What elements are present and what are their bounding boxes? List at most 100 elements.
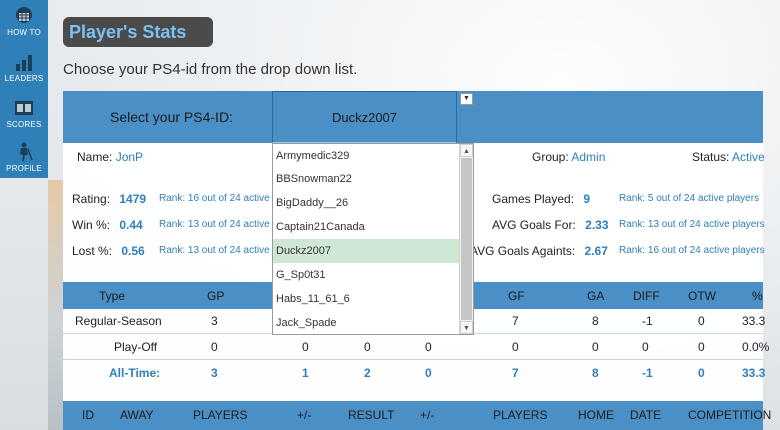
- table-row-type: Play-Off: [114, 340, 158, 354]
- group-field: Group: Admin: [532, 150, 605, 164]
- table-cell: 7: [512, 366, 519, 380]
- status-field: Status: Active: [692, 150, 765, 164]
- col-type: Type: [99, 289, 126, 303]
- table-cell: 0: [211, 340, 218, 354]
- lost-value: 0.56: [121, 244, 145, 258]
- table-cell: 0: [302, 340, 309, 354]
- dropdown-option[interactable]: Jack_Spade: [273, 311, 460, 334]
- nav-label: SCORES: [6, 120, 42, 129]
- table-row-type: All-Time:: [109, 366, 161, 380]
- win-label: Win %:: [72, 218, 111, 232]
- games-played-value: 9: [583, 192, 591, 206]
- col-plus-minus-home: +/-: [420, 408, 435, 422]
- page-subtitle: Choose your PS4-id from the drop down li…: [63, 61, 358, 78]
- scroll-down-arrow-icon[interactable]: ▼: [460, 321, 473, 334]
- table-cell: 0: [592, 340, 599, 354]
- nav-label: LEADERS: [4, 74, 44, 83]
- col-away: AWAY: [120, 408, 154, 422]
- scoreboard-icon: [15, 101, 33, 115]
- table-cell: 8: [592, 314, 599, 328]
- col-competition: COMPETITION: [688, 408, 772, 422]
- nav-label: PROFILE: [6, 164, 42, 173]
- avg-goals-against-value: 2.67: [584, 244, 608, 258]
- table-cell: 3: [211, 366, 218, 380]
- rating-stat: Rating: 1479: [72, 192, 146, 206]
- dropdown-option[interactable]: Armymedic329: [273, 144, 460, 168]
- rating-value: 1479: [119, 192, 147, 206]
- col-diff: DIFF: [633, 289, 660, 303]
- table-cell: -1: [642, 366, 653, 380]
- dropdown-option[interactable]: Captain21Canada: [273, 215, 460, 239]
- table-cell: 33.3: [742, 366, 766, 380]
- col-gp: GP: [207, 289, 225, 303]
- helmet-icon: [16, 7, 32, 23]
- nav-leaders[interactable]: LEADERS: [0, 46, 48, 90]
- table-cell: 3: [211, 314, 218, 328]
- table-cell: 2: [364, 366, 371, 380]
- nav-label: HOW TO: [7, 28, 41, 37]
- table-cell: 8: [592, 366, 599, 380]
- dropdown-arrow-icon[interactable]: ▼: [460, 93, 473, 105]
- avg-goals-for-label: AVG Goals For:: [492, 218, 576, 232]
- ps4-id-select[interactable]: Duckz2007: [272, 91, 457, 143]
- avg-goals-for-value: 2.33: [585, 218, 609, 232]
- dropdown-option[interactable]: G_Sp0t31: [273, 263, 460, 287]
- dropdown-scrollbar[interactable]: ▲ ▼: [459, 144, 473, 334]
- col-gf: GF: [508, 289, 525, 303]
- page-title: Player's Stats: [69, 22, 187, 42]
- player-icon: [20, 142, 33, 161]
- dropdown-option[interactable]: Habs_11_61_6: [273, 287, 460, 311]
- table-cell: 0: [425, 366, 432, 380]
- avg-goals-for-rank: Rank: 13 out of 24 active players: [619, 219, 765, 230]
- selected-value: Duckz2007: [331, 110, 398, 125]
- status-value: Active: [732, 150, 765, 164]
- col-home: HOME: [578, 408, 614, 422]
- rating-label: Rating:: [72, 192, 111, 206]
- table-cell: 0: [425, 340, 432, 354]
- table-cell: 0: [642, 340, 649, 354]
- nav-profile[interactable]: PROFILE: [0, 136, 48, 180]
- lost-stat: Lost %: 0.56: [72, 244, 145, 258]
- dropdown-option[interactable]: BigDaddy__26: [273, 191, 460, 215]
- table-cell: 7: [512, 314, 519, 328]
- games-played-stat: Games Played: 9: [492, 192, 590, 206]
- table-row-type: Regular-Season: [75, 314, 162, 328]
- table-cell: -1: [642, 314, 653, 328]
- col-plus-minus-away: +/-: [297, 408, 312, 422]
- col-otw: OTW: [688, 289, 716, 303]
- avg-goals-against-rank: Rank: 16 out of 24 active players: [619, 245, 765, 256]
- background-strip: [48, 180, 64, 430]
- avg-goals-against-label: AVG Goals Againts:: [470, 244, 576, 258]
- name-field: Name: JonP: [77, 150, 143, 164]
- ps4-id-dropdown-list[interactable]: Armymedic329 BBSnowman22 BigDaddy__26 Ca…: [272, 143, 474, 335]
- bar-chart-icon: [16, 55, 32, 71]
- table-cell: 33.3: [742, 314, 766, 328]
- row-divider: [63, 359, 763, 360]
- col-result: RESULT: [348, 408, 395, 422]
- col-date: DATE: [630, 408, 662, 422]
- avg-goals-against-stat: AVG Goals Againts: 2.67: [470, 244, 608, 258]
- col-id: ID: [82, 408, 94, 422]
- nav-how-to[interactable]: HOW TO: [0, 0, 48, 44]
- col-pct: %: [752, 289, 763, 303]
- dropdown-option[interactable]: BBSnowman22: [273, 167, 460, 191]
- side-nav: HOW TO LEADERS SCORES PROFILE: [0, 0, 48, 178]
- dropdown-option-selected[interactable]: Duckz2007: [273, 239, 460, 263]
- group-label: Group:: [532, 150, 569, 164]
- table-cell: 0: [698, 314, 705, 328]
- col-players-away: PLAYERS: [193, 408, 248, 422]
- avg-goals-for-stat: AVG Goals For: 2.33: [492, 218, 609, 232]
- scroll-up-arrow-icon[interactable]: ▲: [460, 144, 473, 157]
- nav-scores[interactable]: SCORES: [0, 92, 48, 136]
- scrollbar-thumb[interactable]: [461, 158, 472, 320]
- name-value: JonP: [115, 150, 144, 164]
- name-label: Name:: [77, 150, 113, 164]
- games-played-label: Games Played:: [492, 192, 575, 206]
- page-title-box: Player's Stats: [63, 17, 213, 47]
- games-played-rank: Rank: 5 out of 24 active players: [619, 193, 760, 204]
- table-cell: 0: [698, 366, 705, 380]
- status-label: Status:: [692, 150, 730, 164]
- table-cell: 0: [512, 340, 519, 354]
- col-players-home: PLAYERS: [493, 408, 548, 422]
- table-cell: 1: [302, 366, 309, 380]
